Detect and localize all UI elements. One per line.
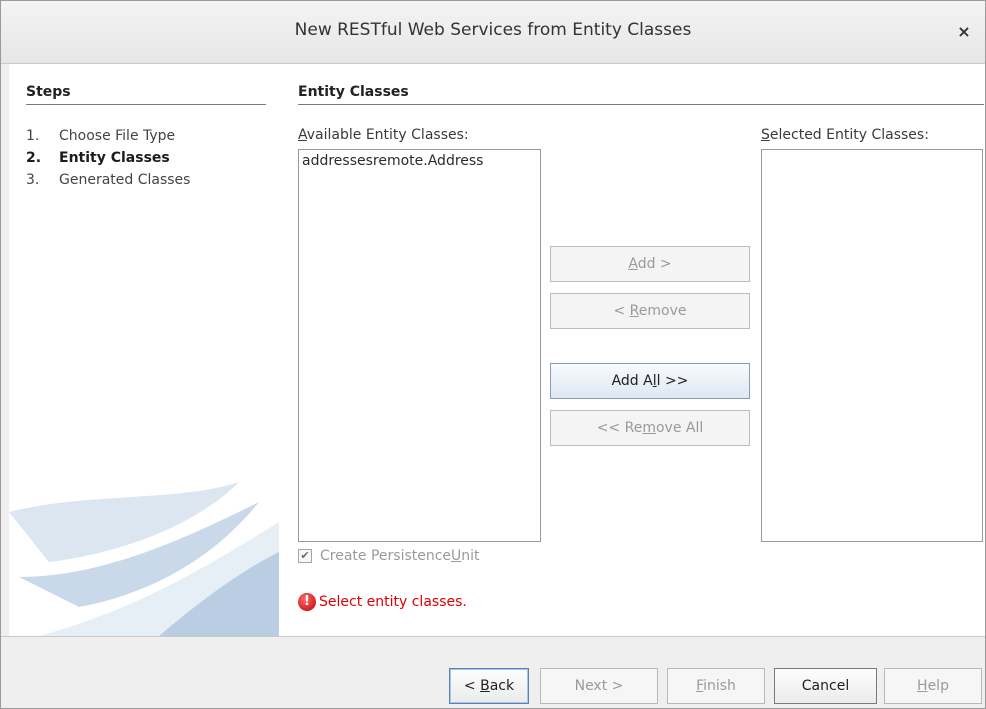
finish-button[interactable]: Finish bbox=[667, 668, 765, 704]
mnemonic-letter: B bbox=[480, 678, 490, 694]
step-number: 3. bbox=[26, 172, 40, 188]
button-label: elp bbox=[927, 678, 949, 694]
step-label: Entity Classes bbox=[59, 150, 170, 166]
button-label-prefix: < bbox=[613, 303, 630, 319]
step-item: 3. Generated Classes bbox=[26, 169, 190, 191]
help-button[interactable]: Help bbox=[884, 668, 982, 704]
mnemonic-letter: A bbox=[628, 256, 638, 272]
steps-divider bbox=[26, 104, 266, 105]
step-item-current: 2. Entity Classes bbox=[26, 147, 190, 169]
steps-list: 1. Choose File Type 2. Entity Classes 3.… bbox=[26, 125, 190, 191]
checkbox-label-prefix: Create Persistence bbox=[320, 548, 452, 564]
button-label: l >> bbox=[656, 373, 689, 389]
next-button[interactable]: Next > bbox=[540, 668, 658, 704]
new-restful-web-services-dialog: New RESTful Web Services from Entity Cla… bbox=[0, 0, 986, 709]
mnemonic-letter: A bbox=[298, 127, 307, 143]
cancel-button[interactable]: Cancel bbox=[774, 668, 877, 704]
mnemonic-letter: m bbox=[642, 420, 656, 436]
title-bar: New RESTful Web Services from Entity Cla… bbox=[1, 1, 985, 64]
mnemonic-letter: U bbox=[451, 548, 462, 564]
selected-entity-classes-list[interactable] bbox=[761, 149, 983, 542]
step-label: Generated Classes bbox=[59, 172, 191, 188]
checkbox-label: nit bbox=[461, 548, 480, 564]
button-label: dd > bbox=[637, 256, 672, 272]
available-entity-classes-label: Available Entity Classes: bbox=[298, 127, 469, 143]
create-persistence-unit-option[interactable]: ✔ Create Persistence Unit bbox=[298, 548, 480, 564]
button-label-prefix: << Re bbox=[596, 420, 643, 436]
wizard-content: Steps 1. Choose File Type 2. Entity Clas… bbox=[9, 64, 985, 636]
section-divider bbox=[298, 104, 984, 105]
button-label: inish bbox=[703, 678, 736, 694]
error-icon: ! bbox=[298, 593, 316, 611]
button-label: ack bbox=[489, 678, 515, 694]
footer-divider bbox=[1, 636, 985, 637]
remove-all-button[interactable]: << Remove All bbox=[550, 410, 750, 446]
label-text: vailable Entity Classes: bbox=[306, 127, 469, 143]
error-message: Select entity classes. bbox=[319, 594, 467, 610]
label-text: elected Entity Classes: bbox=[769, 127, 929, 143]
add-button[interactable]: Add > bbox=[550, 246, 750, 282]
remove-button[interactable]: < Remove bbox=[550, 293, 750, 329]
create-persistence-unit-checkbox[interactable]: ✔ bbox=[298, 549, 312, 563]
step-number: 1. bbox=[26, 128, 40, 144]
steps-heading: Steps bbox=[26, 84, 71, 100]
add-all-button[interactable]: Add All >> bbox=[550, 363, 750, 399]
button-label: Cancel bbox=[801, 678, 850, 694]
mnemonic-letter: S bbox=[761, 127, 770, 143]
available-entity-classes-list[interactable]: addressesremote.Address bbox=[298, 149, 541, 542]
mnemonic-letter: R bbox=[629, 303, 639, 319]
validation-error: ! Select entity classes. bbox=[298, 593, 467, 611]
decorative-swoosh-graphic bbox=[9, 482, 279, 636]
list-item[interactable]: addressesremote.Address bbox=[299, 150, 540, 172]
dialog-title: New RESTful Web Services from Entity Cla… bbox=[294, 20, 692, 40]
section-heading: Entity Classes bbox=[298, 84, 409, 100]
button-label: Next > bbox=[574, 678, 624, 694]
back-button[interactable]: < Back bbox=[449, 668, 529, 704]
close-icon[interactable]: × bbox=[951, 19, 977, 45]
button-label: ove All bbox=[655, 420, 704, 436]
button-label-prefix: Add A bbox=[611, 373, 653, 389]
button-label-prefix: < bbox=[463, 678, 481, 694]
step-item: 1. Choose File Type bbox=[26, 125, 190, 147]
selected-entity-classes-label: Selected Entity Classes: bbox=[761, 127, 929, 143]
mnemonic-letter: H bbox=[917, 678, 928, 694]
step-label: Choose File Type bbox=[59, 128, 176, 144]
button-label: emove bbox=[638, 303, 687, 319]
step-number: 2. bbox=[26, 150, 42, 166]
